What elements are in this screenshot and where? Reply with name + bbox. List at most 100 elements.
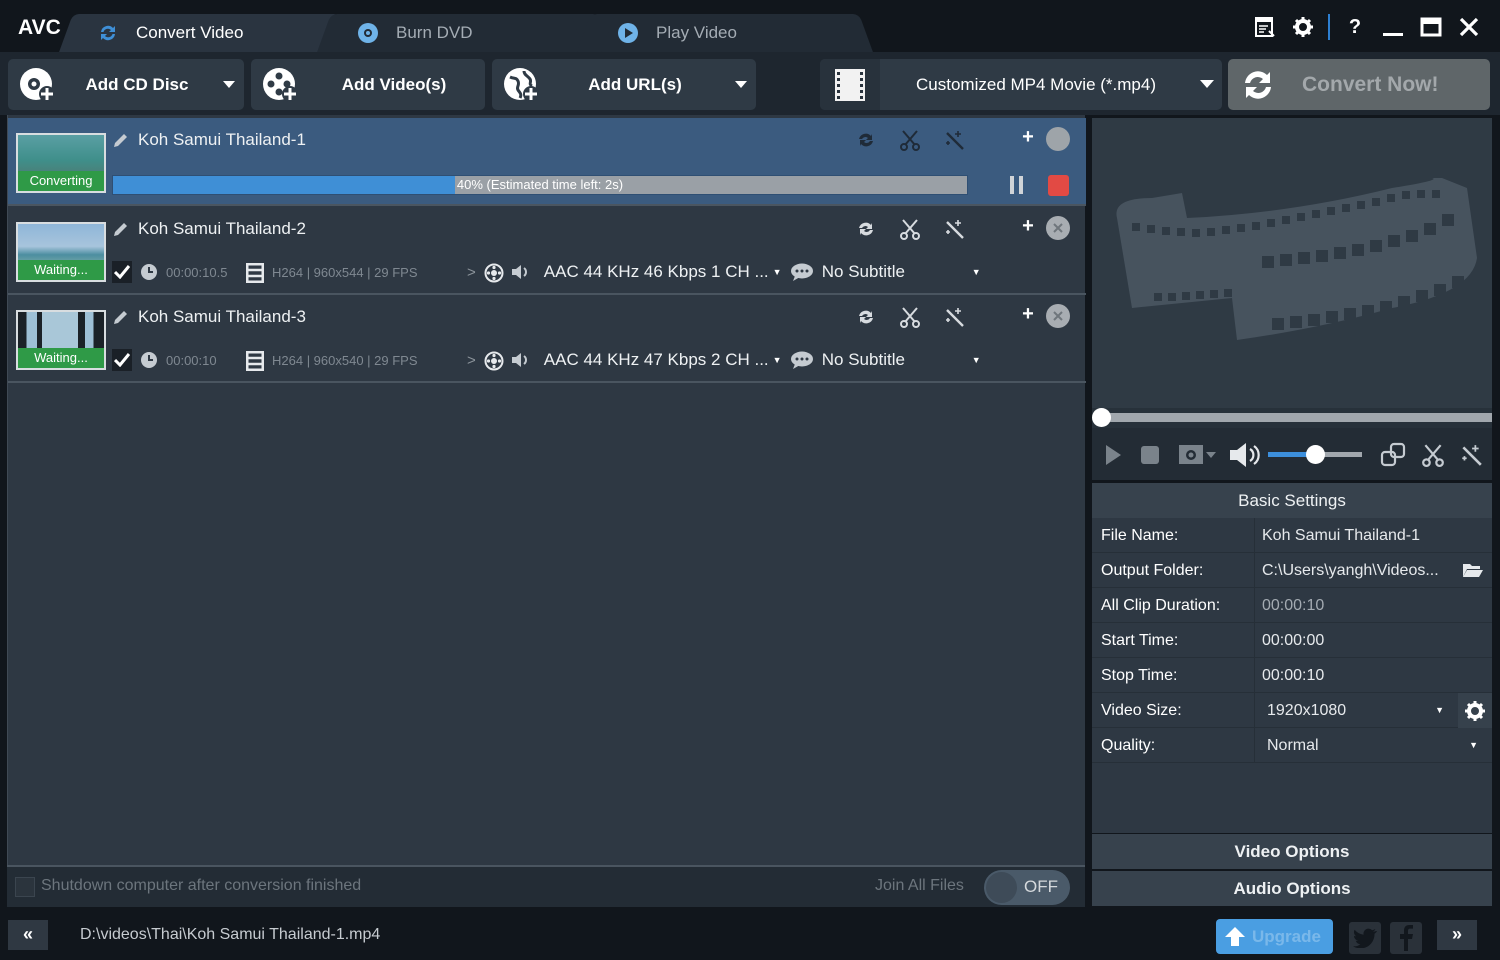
setting-quality: Quality: Normal ▼ [1092, 728, 1492, 763]
quality-select[interactable]: Normal ▼ [1255, 728, 1492, 762]
scissors-icon[interactable] [898, 217, 922, 241]
tab-play-video[interactable]: Play Video [596, 14, 852, 52]
volume-icon[interactable] [1228, 442, 1264, 468]
output-folder-field[interactable]: C:\Users\yangh\Videos... [1255, 553, 1492, 587]
list-footer: Shutdown computer after conversion finis… [7, 865, 1085, 907]
volume-handle[interactable] [1306, 445, 1325, 464]
close-icon[interactable] [1456, 14, 1482, 40]
stop-button[interactable] [1048, 175, 1069, 196]
rotate-icon[interactable] [854, 128, 878, 152]
globe-add-icon [500, 63, 544, 107]
file-row[interactable]: Waiting... Koh Samui Thailand-3 + 00:00:… [8, 295, 1086, 383]
tab-label: Burn DVD [396, 23, 473, 43]
quality-value: Normal [1267, 728, 1319, 763]
upgrade-label: Upgrade [1252, 927, 1321, 947]
effects-icon[interactable] [484, 351, 502, 369]
file-name-field[interactable]: Koh Samui Thailand-1 [1255, 518, 1492, 552]
start-time-field[interactable]: 00:00:00 [1255, 623, 1492, 657]
file-row[interactable]: Waiting... Koh Samui Thailand-2 + 00:00:… [8, 207, 1086, 295]
twitter-icon[interactable] [1349, 922, 1381, 954]
remove-file-button[interactable] [1046, 127, 1070, 151]
gear-icon[interactable] [1290, 14, 1316, 40]
tab-convert-video[interactable]: Convert Video [78, 14, 333, 52]
add-segment-icon[interactable]: + [1018, 305, 1038, 325]
scissors-icon[interactable] [898, 128, 922, 152]
snapshot-icon[interactable] [1178, 442, 1218, 468]
add-segment-icon[interactable]: + [1018, 128, 1038, 148]
magic-wand-icon[interactable] [942, 305, 966, 329]
add-segment-icon[interactable]: + [1018, 217, 1038, 237]
collapse-left-button[interactable]: « [8, 920, 48, 950]
convert-now-button[interactable]: Convert Now! [1228, 59, 1490, 110]
seek-track[interactable] [1100, 413, 1492, 422]
setting-stop-time: Stop Time: 00:00:10 [1092, 658, 1492, 693]
add-url-button[interactable]: Add URL(s) [492, 59, 756, 110]
scissors-icon[interactable] [898, 305, 922, 329]
add-cd-disc-button[interactable]: Add CD Disc [8, 59, 244, 110]
seek-handle[interactable] [1092, 408, 1111, 427]
shutdown-checkbox[interactable] [15, 877, 35, 897]
setting-video-size: Video Size: 1920x1080 ▼ [1092, 693, 1492, 728]
film-icon [246, 263, 264, 281]
tab-burn-dvd[interactable]: Burn DVD [336, 14, 592, 52]
scissors-icon[interactable] [1420, 442, 1446, 468]
join-all-files-label: Join All Files [875, 877, 964, 895]
help-icon[interactable]: ? [1342, 14, 1368, 40]
remove-file-button[interactable] [1046, 216, 1070, 240]
toolbar: Add CD Disc Add Video(s) Add URL(s) Cust… [0, 52, 1500, 115]
subtitle-select[interactable]: No Subtitle ▼ [790, 350, 990, 370]
subtitle-value: No Subtitle [822, 350, 972, 370]
video-size-select[interactable]: 1920x1080 ▼ [1255, 693, 1492, 727]
log-icon[interactable] [1252, 14, 1278, 40]
video-options-button[interactable]: Video Options [1092, 834, 1492, 869]
facebook-icon[interactable] [1390, 922, 1422, 954]
pause-button[interactable] [1006, 174, 1026, 196]
add-cd-label: Add CD Disc [60, 75, 214, 95]
minimize-icon[interactable] [1380, 14, 1406, 40]
play-icon[interactable] [1100, 442, 1126, 468]
add-videos-button[interactable]: Add Video(s) [251, 59, 485, 110]
current-file-path: D:\videos\Thai\Koh Samui Thailand-1.mp4 [80, 926, 380, 944]
include-checkbox[interactable] [112, 349, 132, 371]
magic-wand-icon[interactable] [942, 128, 966, 152]
expand-right-button[interactable]: » [1437, 920, 1477, 950]
caret-down-icon[interactable] [726, 81, 756, 89]
join-all-files-toggle[interactable]: OFF [984, 870, 1070, 905]
pencil-icon[interactable] [112, 131, 130, 149]
stop-time-field[interactable]: 00:00:10 [1255, 658, 1492, 692]
remove-file-button[interactable] [1046, 304, 1070, 328]
caret-down-icon: ▼ [773, 355, 782, 365]
subtitle-select[interactable]: No Subtitle ▼ [790, 262, 990, 282]
include-checkbox[interactable] [112, 261, 132, 283]
speech-bubble-icon [790, 262, 814, 282]
stop-icon[interactable] [1137, 442, 1163, 468]
title-bar: AVC Convert Video Burn DVD Play Video ? [0, 0, 1500, 52]
upgrade-button[interactable]: Upgrade [1216, 919, 1333, 954]
pencil-icon[interactable] [112, 220, 130, 238]
file-name: Koh Samui Thailand-3 [138, 307, 306, 327]
effects-icon[interactable] [484, 263, 502, 281]
window-mode-icon[interactable] [1380, 442, 1406, 468]
output-profile-select[interactable]: Customized MP4 Movie (*.mp4) [820, 59, 1222, 110]
caret-down-icon[interactable] [1192, 80, 1222, 89]
refresh-icon [96, 21, 120, 45]
pencil-icon[interactable] [112, 308, 130, 326]
audio-track-select[interactable]: AAC 44 KHz 47 Kbps 2 CH ...▼ [544, 350, 790, 370]
volume-slider[interactable] [1268, 452, 1362, 457]
film-strip-icon [820, 59, 880, 110]
chevron-right-icon[interactable]: > [467, 264, 476, 281]
rotate-icon[interactable] [854, 217, 878, 241]
disc-icon [356, 21, 380, 45]
video-size-gear-icon[interactable] [1458, 693, 1492, 728]
magic-wand-icon[interactable] [1458, 442, 1484, 468]
file-row[interactable]: Converting Koh Samui Thailand-1 + 40% (E… [8, 118, 1086, 206]
caret-down-icon[interactable] [214, 81, 244, 89]
seek-bar[interactable] [1092, 408, 1492, 428]
maximize-icon[interactable] [1418, 14, 1444, 40]
magic-wand-icon[interactable] [942, 217, 966, 241]
audio-options-button[interactable]: Audio Options [1092, 871, 1492, 906]
rotate-icon[interactable] [854, 305, 878, 329]
chevron-right-icon[interactable]: > [467, 352, 476, 369]
open-folder-icon[interactable] [1462, 562, 1484, 578]
audio-track-select[interactable]: AAC 44 KHz 46 Kbps 1 CH ...▼ [544, 262, 790, 282]
